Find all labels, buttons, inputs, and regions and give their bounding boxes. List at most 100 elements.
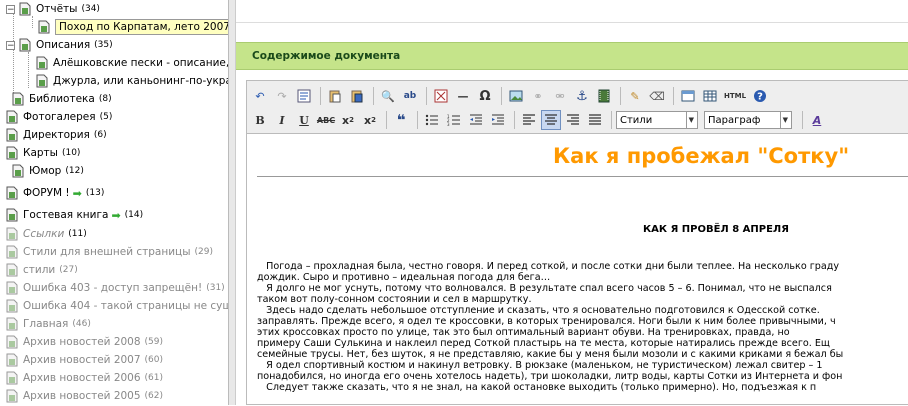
select-all-icon[interactable] bbox=[294, 86, 314, 106]
tree-node-count: (31) bbox=[206, 283, 225, 293]
editor-toolbar: ↶ ↷ 🔍 ab — Ω ⚭ ⚮ ⚓ ✎ ⌫ HTML ? B I U ABC … bbox=[247, 81, 908, 134]
insert-image-icon[interactable] bbox=[506, 86, 526, 106]
document-icon bbox=[6, 186, 18, 200]
paste-word-icon[interactable] bbox=[347, 86, 367, 106]
text-line: понадобился, но иногда его очень хотелос… bbox=[257, 371, 843, 382]
styles-select[interactable]: Стили ▼ bbox=[616, 111, 698, 129]
tree-node-guestbook[interactable]: Гостевая книга ➡ (14) bbox=[6, 206, 143, 224]
horizontal-rule-icon[interactable]: — bbox=[453, 86, 473, 106]
document-icon bbox=[12, 92, 24, 106]
find-icon[interactable]: 🔍 bbox=[378, 86, 398, 106]
tree-node-label: Отчёты bbox=[36, 3, 78, 15]
toolbar-separator bbox=[373, 87, 374, 105]
tree-node-carpathians[interactable]: Поход по Карпатам, лето 2007. с bbox=[38, 18, 228, 36]
document-icon bbox=[36, 74, 48, 88]
tree-node-count: (10) bbox=[61, 148, 81, 158]
tree-node-directory[interactable]: Директория (6) bbox=[6, 126, 107, 144]
text-line: примеру Саши Сулькина и наклеил перед Со… bbox=[257, 338, 830, 349]
tree-node-humor[interactable]: Юмор (12) bbox=[12, 162, 84, 180]
document-icon bbox=[6, 389, 18, 403]
tree-node-news-2008[interactable]: Архив новостей 2008 (59) bbox=[6, 333, 163, 351]
cleanup-icon[interactable]: ✎ bbox=[625, 86, 645, 106]
html-source-button[interactable]: HTML bbox=[722, 86, 748, 106]
tree-node-count: (12) bbox=[65, 166, 84, 176]
visual-aid-icon[interactable] bbox=[678, 86, 698, 106]
text-line: семейные трусы. Нет, без шуток, я не пре… bbox=[257, 349, 844, 360]
align-center-icon[interactable] bbox=[541, 110, 561, 130]
document-icon bbox=[6, 110, 18, 124]
tree-node-external-styles[interactable]: Стили для внешней страницы (29) bbox=[6, 243, 213, 261]
tree-node-news-2006[interactable]: Архив новостей 2006 (61) bbox=[6, 369, 163, 387]
replace-icon[interactable]: ab bbox=[400, 86, 420, 106]
tree-node-library[interactable]: Библиотека (8) bbox=[12, 90, 112, 108]
anchor-icon[interactable]: ⚓ bbox=[572, 86, 592, 106]
toolbar-separator bbox=[426, 87, 427, 105]
table-icon[interactable] bbox=[700, 86, 720, 106]
undo-icon[interactable]: ↶ bbox=[250, 86, 270, 106]
toolbar-separator bbox=[514, 111, 515, 129]
toolbar-separator bbox=[611, 111, 612, 129]
help-icon[interactable]: ? bbox=[750, 86, 770, 106]
text-color-icon[interactable]: A bbox=[807, 110, 827, 130]
tree-node-aleshki[interactable]: Алёшковские пески - описание, bbox=[36, 54, 228, 72]
superscript-button[interactable]: x2 bbox=[360, 110, 380, 130]
collapse-icon[interactable]: − bbox=[6, 40, 15, 50]
tree-node-maps[interactable]: Карты (10) bbox=[6, 144, 80, 162]
link-icon[interactable]: ⚭ bbox=[528, 86, 548, 106]
bold-button[interactable]: B bbox=[250, 110, 270, 130]
align-justify-icon[interactable] bbox=[585, 110, 605, 130]
tree-node-descriptions[interactable]: − Описания (35) bbox=[6, 36, 113, 54]
indent-icon[interactable] bbox=[488, 110, 508, 130]
align-right-icon[interactable] bbox=[563, 110, 583, 130]
media-icon[interactable] bbox=[594, 86, 614, 106]
document-icon bbox=[6, 128, 18, 142]
tree-node-count: (8) bbox=[98, 94, 112, 104]
tree-node-photogallery[interactable]: Фотогалерея (5) bbox=[6, 108, 112, 126]
unlink-icon[interactable]: ⚮ bbox=[550, 86, 570, 106]
tree-node-error-403[interactable]: Ошибка 403 - доступ запрещён! (31) bbox=[6, 279, 225, 297]
document-icon bbox=[6, 317, 18, 331]
tree-node-dzhurla[interactable]: Джурла, или каньонинг-по-украи bbox=[36, 72, 228, 90]
collapse-icon[interactable]: − bbox=[6, 4, 15, 14]
panel-splitter[interactable] bbox=[228, 0, 236, 405]
tree-node-news-2007[interactable]: Архив новостей 2007 (60) bbox=[6, 351, 163, 369]
strikethrough-button[interactable]: ABC bbox=[316, 110, 336, 130]
rich-text-editor: ↶ ↷ 🔍 ab — Ω ⚭ ⚮ ⚓ ✎ ⌫ HTML ? B I U ABC … bbox=[246, 80, 908, 405]
document-icon bbox=[6, 208, 18, 222]
editor-content[interactable]: Как я пробежал "Сотку" КАК Я ПРОВЁЛ 8 АП… bbox=[247, 134, 908, 406]
format-select[interactable]: Параграф ▼ bbox=[704, 111, 792, 129]
dropdown-arrow-icon: ▼ bbox=[779, 112, 788, 128]
bullet-list-icon[interactable] bbox=[422, 110, 442, 130]
tree-node-main[interactable]: Главная (46) bbox=[6, 315, 91, 333]
tree-node-label: Описания bbox=[36, 39, 91, 51]
panel-header: Содержимое документа bbox=[236, 42, 908, 70]
tree-node-styles[interactable]: стили (27) bbox=[6, 261, 78, 279]
underline-button[interactable]: U bbox=[294, 110, 314, 130]
tree-node-error-404[interactable]: Ошибка 404 - такой страницы не суще bbox=[6, 297, 228, 315]
tree-node-news-2005[interactable]: Архив новостей 2005 (62) bbox=[6, 387, 163, 405]
blockquote-icon[interactable]: ❝ bbox=[391, 110, 411, 130]
tree-node-count: (11) bbox=[68, 229, 87, 239]
document-icon bbox=[36, 56, 48, 70]
redo-icon[interactable]: ↷ bbox=[272, 86, 292, 106]
tree-node-reports[interactable]: − Отчёты (34) bbox=[6, 0, 100, 18]
tree-node-count: (27) bbox=[59, 265, 78, 275]
tree-node-label: Стили для внешней страницы bbox=[23, 246, 191, 258]
special-char-icon[interactable]: Ω bbox=[475, 86, 495, 106]
paste-text-icon[interactable] bbox=[325, 86, 345, 106]
italic-button[interactable]: I bbox=[272, 110, 292, 130]
numbered-list-icon[interactable]: 123 bbox=[444, 110, 464, 130]
tree-node-links[interactable]: Ссылки (11) bbox=[6, 225, 87, 243]
tree-node-count: (13) bbox=[85, 188, 105, 198]
document-icon bbox=[6, 299, 18, 313]
tree-node-count: (6) bbox=[93, 130, 107, 140]
subscript-button[interactable]: x2 bbox=[338, 110, 358, 130]
image-icon[interactable] bbox=[431, 86, 451, 106]
tree-node-forum[interactable]: ФОРУМ ! ➡ (13) bbox=[6, 184, 104, 202]
tree-node-label: Библиотека bbox=[29, 93, 95, 105]
tree-node-count: (29) bbox=[194, 247, 213, 257]
remove-format-icon[interactable]: ⌫ bbox=[647, 86, 667, 106]
outdent-icon[interactable] bbox=[466, 110, 486, 130]
format-select-value: Параграф bbox=[708, 114, 761, 126]
align-left-icon[interactable] bbox=[519, 110, 539, 130]
